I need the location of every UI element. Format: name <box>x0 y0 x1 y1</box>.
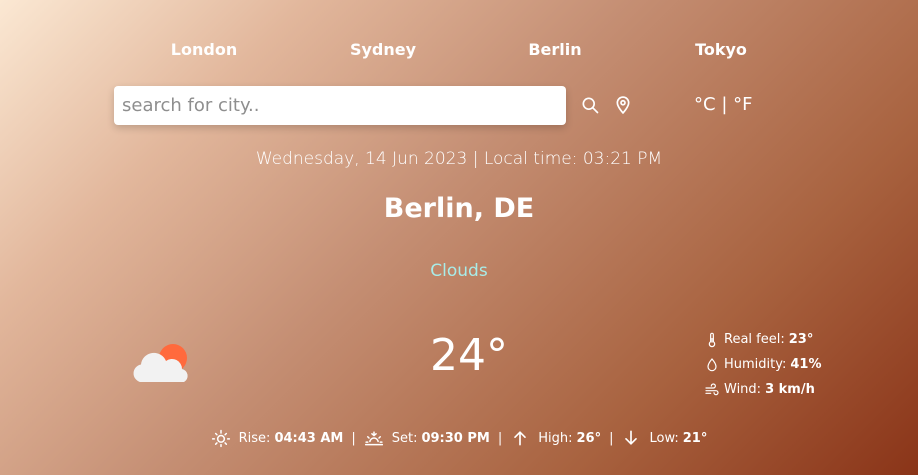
low-label: Low: <box>649 430 679 446</box>
arrow-down-icon <box>625 430 638 445</box>
unit-separator: | <box>721 94 728 115</box>
city-london-button[interactable]: London <box>171 40 237 59</box>
sunset-label: Set: <box>391 430 418 446</box>
unit-toggle: °C | °F <box>694 94 752 115</box>
city-shortcuts: London Sydney Berlin Tokyo <box>0 40 918 64</box>
wind-value: 3 km/h <box>765 382 815 397</box>
weather-condition: Clouds <box>430 261 488 281</box>
city-berlin-button[interactable]: Berlin <box>528 40 581 59</box>
sunset-icon <box>364 431 383 446</box>
real-feel-row: Real feel: 23° <box>704 327 822 352</box>
location-title: Berlin, DE <box>383 193 535 224</box>
thermometer-icon <box>708 332 716 347</box>
humidity-label: Humidity: <box>724 357 787 372</box>
fahrenheit-button[interactable]: °F <box>733 94 752 115</box>
humidity-row: Humidity: 41% <box>704 352 822 377</box>
weather-details: Real feel: 23° Humidity: 41% Wind: 3 km/… <box>704 327 822 402</box>
real-feel-value: 23° <box>788 332 814 347</box>
search-input[interactable] <box>114 86 566 125</box>
celsius-button[interactable]: °C <box>694 94 716 115</box>
local-datetime: Wednesday, 14 Jun 2023 | Local time: 03:… <box>255 149 663 169</box>
city-sydney-button[interactable]: Sydney <box>350 40 416 59</box>
high-label: High: <box>538 430 573 446</box>
sun-info: Rise: 04:43 AM | Set: 09:30 PM | High: 2… <box>0 428 918 448</box>
humidity-value: 41% <box>790 357 822 372</box>
low-value: 21° <box>682 430 708 446</box>
sunset-value: 09:30 PM <box>421 430 490 446</box>
search-icon[interactable] <box>580 95 600 115</box>
city-tokyo-button[interactable]: Tokyo <box>695 40 747 59</box>
arrow-up-icon <box>514 431 527 446</box>
high-value: 26° <box>576 430 602 446</box>
separator: | <box>609 430 614 446</box>
sunrise-icon <box>211 429 230 448</box>
location-pin-icon[interactable] <box>613 95 633 115</box>
separator: | <box>497 430 503 446</box>
sunrise-label: Rise: <box>238 430 271 446</box>
search-bar: °C | °F <box>0 86 918 126</box>
sunrise-value: 04:43 AM <box>274 430 344 446</box>
wind-label: Wind: <box>724 382 762 397</box>
droplet-icon <box>707 357 717 371</box>
wind-icon <box>705 382 719 395</box>
separator: | <box>351 430 356 446</box>
wind-row: Wind: 3 km/h <box>704 377 822 402</box>
real-feel-label: Real feel: <box>724 332 785 347</box>
